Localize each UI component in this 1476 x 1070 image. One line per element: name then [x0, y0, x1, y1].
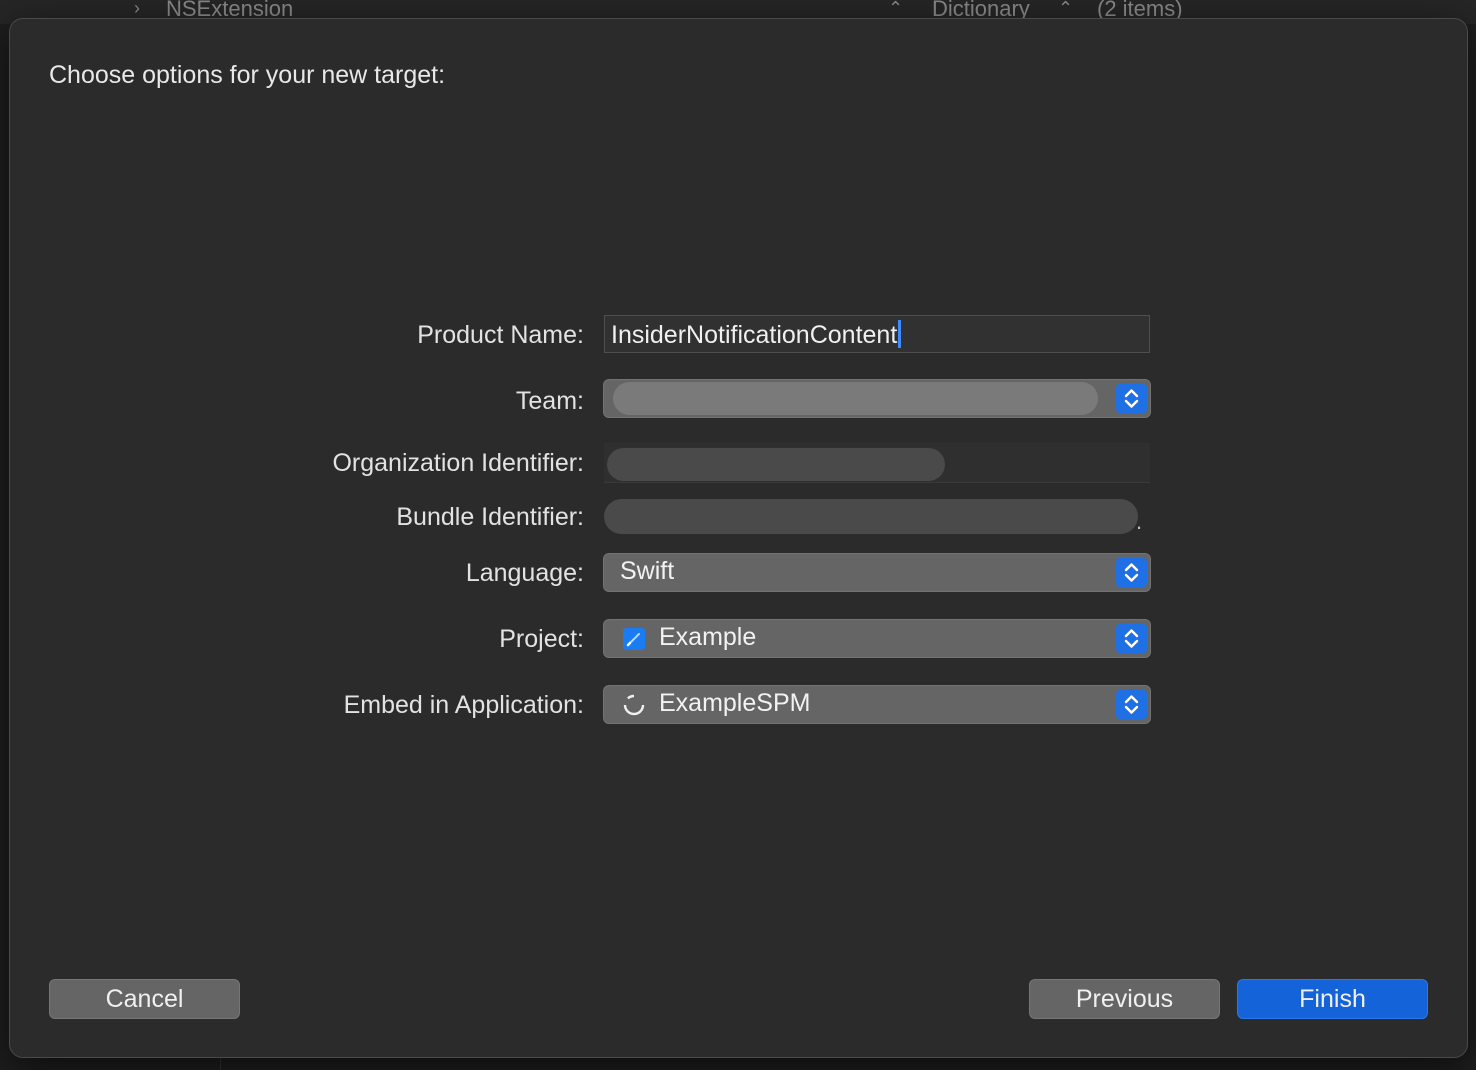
up-down-chevron-icon: [1124, 563, 1139, 582]
background-divider: [220, 1056, 221, 1070]
team-label: Team:: [515, 387, 584, 415]
language-stepper[interactable]: [1116, 557, 1147, 588]
product-name-field[interactable]: InsiderNotificationContent: [604, 315, 1150, 353]
project-popup[interactable]: Example: [603, 619, 1151, 658]
embed-in-application-popup[interactable]: ExampleSPM: [603, 685, 1151, 724]
bundle-identifier-label: Bundle Identifier:: [396, 503, 584, 531]
chevron-up-icon: ⌃: [1058, 0, 1074, 18]
language-label: Language:: [465, 559, 584, 587]
organization-identifier-label: Organization Identifier:: [332, 449, 584, 477]
embed-in-application-value: ExampleSPM: [659, 689, 811, 717]
embed-in-application-stepper[interactable]: [1116, 689, 1147, 720]
project-value: Example: [659, 623, 757, 651]
finish-button[interactable]: Finish: [1237, 979, 1428, 1019]
organization-identifier-field[interactable]: [604, 443, 1150, 483]
cancel-button[interactable]: Cancel: [49, 979, 240, 1019]
language-value: Swift: [620, 557, 675, 585]
redacted-bundle-identifier: [604, 499, 1138, 534]
app-target-icon: [623, 694, 645, 716]
up-down-chevron-icon: [1124, 629, 1139, 648]
product-name-label: Product Name:: [417, 321, 584, 349]
product-name-value: InsiderNotificationContent: [611, 320, 902, 350]
project-stepper[interactable]: [1116, 623, 1147, 654]
xcode-project-icon: [623, 628, 645, 650]
redacted-team-value: [613, 382, 1098, 415]
embed-in-application-label: Embed in Application:: [343, 691, 584, 719]
project-label: Project:: [499, 625, 584, 653]
team-stepper[interactable]: [1116, 383, 1147, 414]
up-down-chevron-icon: [1124, 695, 1139, 714]
text-caret: [898, 320, 902, 348]
up-down-chevron-icon: [1124, 389, 1139, 408]
team-popup[interactable]: [603, 379, 1151, 418]
chevron-up-icon: ⌃: [888, 0, 904, 18]
sheet-title: Choose options for your new target:: [49, 61, 446, 89]
previous-button[interactable]: Previous: [1029, 979, 1220, 1019]
new-target-options-sheet: Choose options for your new target: Prod…: [9, 18, 1468, 1058]
bundle-identifier-suffix: .: [1136, 509, 1143, 534]
language-popup[interactable]: Swift: [603, 553, 1151, 592]
chevron-right-icon: ›: [134, 0, 140, 18]
redacted-organization-identifier: [607, 448, 945, 481]
